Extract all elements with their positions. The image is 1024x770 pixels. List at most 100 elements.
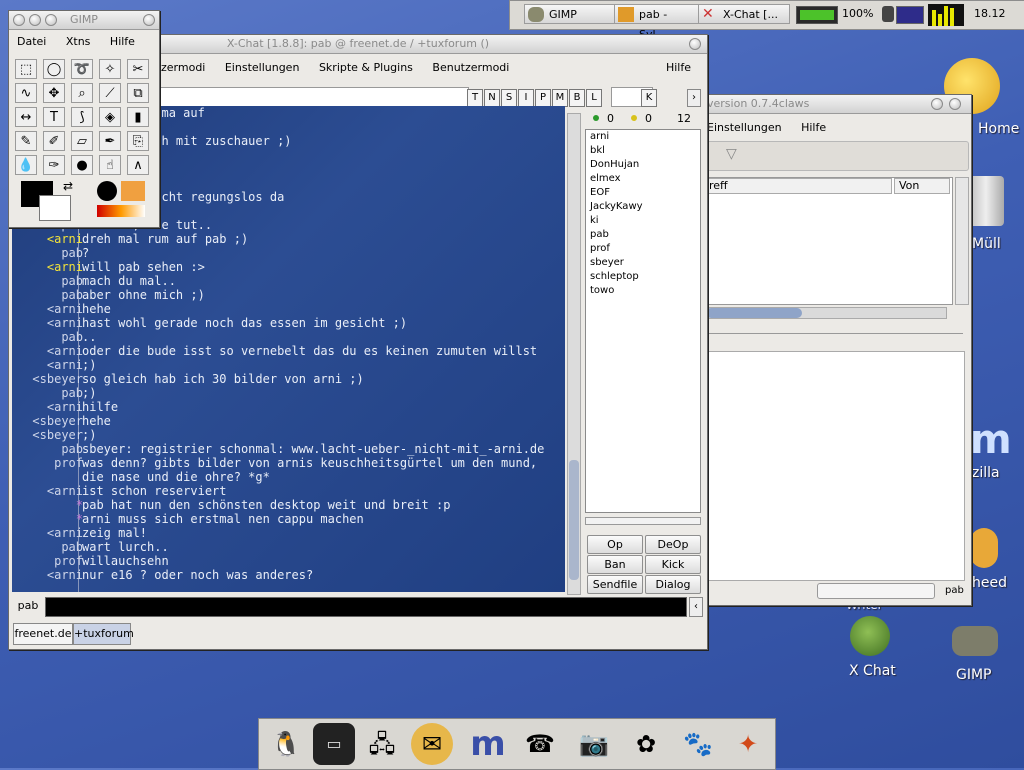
chat-nick[interactable]: <arni — [47, 358, 83, 372]
user-item[interactable]: arni — [586, 130, 700, 144]
chat-nick[interactable]: pab — [61, 442, 83, 456]
menu-hilfe[interactable]: Hilfe — [110, 35, 135, 48]
menu-benutzermodi-partial[interactable]: zermodi — [161, 61, 205, 74]
user-item[interactable]: sbeyer — [586, 256, 700, 270]
column-from[interactable]: Von — [894, 178, 950, 194]
scissors-icon[interactable]: ✂ — [127, 59, 149, 79]
paintbrush-icon[interactable]: ✐ — [43, 131, 65, 151]
ellipse-select-icon[interactable]: ◯ — [43, 59, 65, 79]
user-item[interactable]: elmex — [586, 172, 700, 186]
chat-nick[interactable]: <arni — [47, 344, 83, 358]
user-item[interactable]: towo — [586, 284, 700, 298]
kick-button[interactable]: Kick — [645, 555, 701, 574]
user-item[interactable]: schleptop — [586, 270, 700, 284]
mail-icon[interactable]: ✉ — [411, 723, 453, 765]
gimp-minimize-button[interactable] — [29, 14, 41, 26]
mode-p-button[interactable]: P — [535, 89, 551, 107]
horizontal-scrollbar[interactable] — [705, 307, 947, 319]
ban-button[interactable]: Ban — [587, 555, 643, 574]
user-item[interactable]: prof — [586, 242, 700, 256]
zoom-icon[interactable]: ⌕ — [71, 83, 93, 103]
mode-n-button[interactable]: N — [484, 89, 500, 107]
userlist-divider[interactable] — [585, 517, 701, 525]
bezier-icon[interactable]: ∿ — [15, 83, 37, 103]
rect-select-icon[interactable]: ⬚ — [15, 59, 37, 79]
tab-freenet[interactable]: freenet.de — [13, 623, 73, 645]
chat-nick[interactable]: pab — [61, 386, 83, 400]
move-icon[interactable]: ✥ — [43, 83, 65, 103]
user-item[interactable]: EOF — [586, 186, 700, 200]
dialog-button[interactable]: Dialog — [645, 575, 701, 594]
menu-einstellungen[interactable]: Einstellungen — [707, 121, 782, 134]
task-xchat-button[interactable]: ✕ X-Chat [... — [698, 4, 790, 24]
gimp-close-button[interactable] — [13, 14, 25, 26]
menu-skripte-plugins[interactable]: Skripte & Plugins — [319, 61, 413, 74]
message-list[interactable]: reff Von — [705, 177, 953, 305]
mode-l-button[interactable]: L — [586, 89, 602, 107]
menu-benutzermodi[interactable]: Benutzermodi — [432, 61, 509, 74]
gimp-shade-button[interactable] — [143, 14, 155, 26]
camera-icon[interactable]: 📷 — [573, 723, 615, 765]
mode-i-button[interactable]: I — [518, 89, 534, 107]
menu-datei[interactable]: Datei — [17, 35, 46, 48]
chat-nick[interactable]: prof — [54, 554, 83, 568]
minimize-button[interactable] — [931, 98, 943, 110]
tab-tuxforum[interactable]: +tuxforum — [73, 623, 134, 645]
menu-xtns[interactable]: Xtns — [66, 35, 91, 48]
swap-colors-icon[interactable]: ⇄ — [63, 179, 73, 193]
menu-hilfe[interactable]: Hilfe — [666, 58, 691, 78]
mode-s-button[interactable]: S — [501, 89, 517, 107]
chat-nick[interactable]: <arni — [47, 260, 83, 274]
chat-nick[interactable]: <arni — [47, 526, 83, 540]
blur-icon[interactable]: 💧 — [15, 155, 37, 175]
user-item[interactable]: bkl — [586, 144, 700, 158]
gimp-desktop-icon[interactable] — [952, 626, 998, 656]
user-item[interactable]: ki — [586, 214, 700, 228]
chat-scrollbar[interactable] — [567, 113, 581, 595]
terminal-icon[interactable]: ▭ — [313, 723, 355, 765]
column-subject[interactable]: reff — [706, 178, 892, 194]
pencil-icon[interactable]: ✎ — [15, 131, 37, 151]
smudge-icon[interactable]: ☝ — [99, 155, 121, 175]
pane-separator[interactable] — [705, 333, 963, 334]
gradient-preview[interactable] — [97, 205, 145, 217]
brush-preview[interactable] — [97, 181, 117, 201]
flower-icon[interactable]: ✿ — [625, 723, 667, 765]
crop-icon[interactable]: ⟋ — [99, 83, 121, 103]
transform-icon[interactable]: ⧉ — [127, 83, 149, 103]
xchat-dock-icon[interactable]: ☎ — [519, 723, 561, 765]
close-button[interactable] — [949, 98, 961, 110]
scroll-thumb[interactable] — [569, 460, 579, 580]
tux-icon[interactable]: 🐧 — [265, 723, 307, 765]
chat-nick[interactable]: pab — [61, 274, 83, 288]
ink-icon[interactable]: ✑ — [43, 155, 65, 175]
lasso-icon[interactable]: ➰ — [71, 59, 93, 79]
user-list[interactable]: arni bkl DonHujan elmex EOF JackyKawy ki… — [585, 129, 701, 513]
chat-nick[interactable]: <arni — [47, 316, 83, 330]
task-gimp-button[interactable]: GIMP — [524, 4, 620, 24]
user-item[interactable]: JackyKawy — [586, 200, 700, 214]
eraser-icon[interactable]: ▱ — [71, 131, 93, 151]
measure-icon[interactable]: ∧ — [127, 155, 149, 175]
mozilla-icon[interactable]: m — [970, 420, 1012, 460]
color-picker-icon[interactable]: ⟆ — [71, 107, 93, 127]
clone-icon[interactable]: ⎘ — [127, 131, 149, 151]
chat-nick[interactable]: <arni — [47, 302, 83, 316]
background-color[interactable] — [39, 195, 71, 221]
pattern-preview[interactable] — [121, 181, 145, 201]
user-item[interactable]: pab — [586, 228, 700, 242]
message-list-scrollbar[interactable] — [955, 177, 969, 305]
airbrush-icon[interactable]: ✒ — [99, 131, 121, 151]
gimp-dock-icon[interactable]: 🐾 — [677, 723, 719, 765]
chevron-right-icon[interactable]: › — [687, 89, 701, 107]
chat-nick[interactable]: pab — [61, 246, 83, 260]
input-nick[interactable]: pab — [13, 597, 43, 615]
network-config-icon[interactable]: 🖧 — [361, 723, 403, 765]
deop-button[interactable]: DeOp — [645, 535, 701, 554]
text-icon[interactable]: T — [43, 107, 65, 127]
dodge-burn-icon[interactable]: ● — [71, 155, 93, 175]
mode-t-button[interactable]: T — [467, 89, 483, 107]
chat-nick[interactable]: <sbeyer — [32, 428, 83, 442]
flip-icon[interactable]: ↔ — [15, 107, 37, 127]
chat-nick[interactable]: pab — [61, 288, 83, 302]
